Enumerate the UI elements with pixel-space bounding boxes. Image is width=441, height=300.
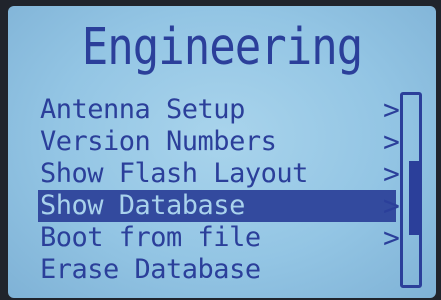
chevron-right-icon: > — [383, 189, 400, 222]
chevron-right-icon: > — [383, 221, 400, 254]
menu-item-antenna-setup[interactable]: Antenna Setup — [38, 94, 396, 126]
screen-title: Engineering — [81, 18, 363, 77]
menu-item-label: Erase Database — [40, 254, 261, 285]
menu-item-label: Boot from file — [40, 222, 261, 253]
menu-item-show-database[interactable]: Show Database — [38, 190, 396, 222]
menu-item-version-numbers[interactable]: Version Numbers — [38, 126, 396, 158]
scrollbar[interactable] — [400, 92, 422, 288]
menu-item-label: Version Numbers — [40, 126, 277, 157]
menu-item-label: Antenna Setup — [40, 94, 245, 125]
menu-item-boot-from-file[interactable]: Boot from file — [38, 222, 396, 254]
lcd-screen: Engineering Antenna Setup > Version Numb… — [8, 6, 436, 298]
menu-item-erase-database[interactable]: Erase Database — [38, 254, 396, 286]
chevron-right-icon: > — [383, 93, 400, 126]
chevron-right-icon: > — [383, 125, 400, 158]
menu-item-label: Show Flash Layout — [40, 158, 308, 189]
menu-item-label: Show Database — [40, 190, 245, 221]
chevron-right-icon: > — [383, 157, 400, 190]
menu-item-show-flash-layout[interactable]: Show Flash Layout — [38, 158, 396, 190]
scrollbar-thumb[interactable] — [409, 161, 419, 235]
device-bezel: Engineering Antenna Setup > Version Numb… — [0, 0, 441, 300]
